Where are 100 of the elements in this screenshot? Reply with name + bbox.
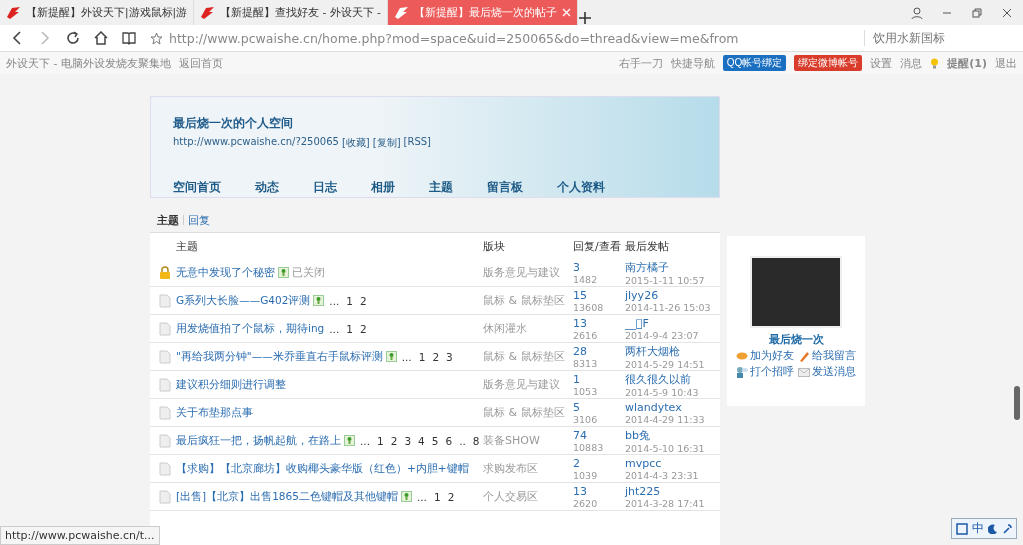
thread-title-link[interactable]: 建议积分细则进行调整 [176, 377, 286, 392]
home-link[interactable]: 返回首页 [178, 55, 223, 71]
last-poster-link[interactable]: __ﾟF [625, 316, 649, 330]
closed-label: 已关闭 [292, 265, 325, 280]
last-post-time: 2014-5-10 16:31 [625, 442, 705, 454]
forum-name: 休闲灌水 [483, 321, 527, 336]
view-count: 1053 [573, 385, 598, 397]
space-nav-link[interactable]: 相册 [371, 180, 395, 195]
username-link[interactable]: 右手一刀 [618, 55, 663, 71]
space-nav-link[interactable]: 动态 [255, 180, 279, 195]
space-nav-link[interactable]: 个人资料 [557, 180, 605, 195]
last-poster-link[interactable]: jht225 [625, 484, 661, 498]
profile-name-link[interactable]: 最后烧一次 [768, 332, 824, 347]
list-tab[interactable]: 回复 [188, 212, 210, 228]
column-header: 回复/查看 [573, 238, 621, 254]
page-link[interactable]: 1 [377, 434, 384, 447]
search-field[interactable]: 饮用水新国标 [864, 30, 1023, 46]
page-link[interactable]: 1 [418, 350, 426, 363]
thread-title-link[interactable]: 用发烧值拍了个鼠标，期待ing [176, 321, 325, 336]
last-poster-link[interactable]: 南方橘子 [625, 259, 669, 275]
space-nav-link[interactable]: 主题 [429, 180, 453, 195]
space-title: 最后烧一次的个人空间 [173, 115, 294, 132]
last-post-time: 2014-5-29 14:51 [625, 358, 705, 370]
last-poster-link[interactable]: mvpcc [625, 456, 662, 470]
page-link[interactable]: 1 [433, 490, 441, 503]
quick-nav-link[interactable]: 快捷导航 [670, 55, 715, 71]
reply-count: 15 [573, 288, 587, 302]
reply-count: 1 [573, 372, 580, 386]
page-link[interactable]: ... [416, 490, 427, 503]
page-link[interactable]: 3 [404, 434, 412, 447]
profile-action-link[interactable]: 加为好友 [736, 349, 794, 363]
reply-count: 5 [573, 400, 580, 414]
view-count: 10883 [573, 441, 604, 453]
space-link[interactable]: [复制] [372, 136, 401, 150]
page-link[interactable]: ... [329, 294, 340, 307]
view-count: 2620 [573, 497, 598, 509]
last-poster-link[interactable]: jlyy26 [625, 288, 659, 302]
logout-link[interactable]: 退出 [995, 55, 1017, 71]
last-poster-link[interactable]: bb兔 [625, 427, 650, 443]
weibo-bind-button[interactable]: 绑定微博帐号 [794, 55, 863, 71]
ime-toolbar[interactable]: 中 [951, 518, 1017, 539]
page-link[interactable]: 4 [418, 434, 425, 447]
profile-action-link[interactable]: 给我留言 [798, 349, 856, 363]
forum-name: 求购发布区 [483, 461, 538, 476]
tab-title: 【新提醒】查找好友 - 外设天下 - [220, 5, 381, 20]
last-post-time: 2014-3-28 17:41 [625, 497, 705, 509]
tab-title: 【新提醒】外设天下|游戏鼠标|游 [26, 5, 188, 20]
page-link[interactable]: 2 [360, 294, 367, 307]
reply-count: 3 [573, 260, 580, 274]
space-nav-link[interactable]: 日志 [313, 180, 337, 195]
thread-title-link[interactable]: "再给我两分钟"——米乔垂直右手鼠标评测 [176, 349, 383, 364]
space-link[interactable]: [RSS] [403, 136, 431, 150]
reply-count: 28 [573, 344, 587, 358]
last-post-time: 2014-11-26 15:03 [625, 301, 711, 313]
last-poster-link[interactable]: 很久很久以前 [625, 371, 691, 387]
view-count: 8313 [573, 357, 598, 369]
page-link[interactable]: 2 [432, 350, 440, 363]
thread-title-link[interactable]: 无意中发现了个秘密 [176, 265, 275, 280]
page-link[interactable]: 1 [346, 294, 354, 307]
last-poster-link[interactable]: wlandytex [625, 400, 682, 414]
nav-link[interactable]: 消息 [900, 55, 923, 71]
browser-tab[interactable]: 【新提醒】最后烧一次的帖子 [387, 0, 578, 25]
space-nav-link[interactable]: 空间首页 [173, 180, 221, 195]
view-count: 3106 [573, 413, 598, 425]
column-header: 最后发帖 [625, 238, 669, 254]
page-link[interactable]: ... [360, 434, 370, 447]
last-post-time: 2014-5-9 10:43 [625, 386, 699, 398]
profile-action-link[interactable]: 发送消息 [798, 365, 856, 379]
page-link[interactable]: 2 [359, 322, 367, 335]
page-link[interactable]: 2 [447, 490, 455, 503]
space-url: http://www.pcwaishe.cn/?250065 [173, 136, 339, 149]
thread-title-link[interactable]: G系列大长脸——G402评测 [176, 293, 311, 308]
last-poster-link[interactable]: 两杆大烟枪 [625, 343, 680, 359]
thread-title-link[interactable]: 关于布垫那点事 [176, 405, 253, 420]
nav-link[interactable]: 设置 [870, 55, 893, 71]
last-post-time: 2014-4-29 11:33 [625, 413, 705, 425]
thread-title-link[interactable]: 【求购】【北京廊坊】收购椰头豪华版（红色）+内胆+键帽 [176, 461, 469, 476]
list-tab[interactable]: 主题 [157, 212, 179, 228]
forum-name: 个人交易区 [483, 489, 538, 504]
space-nav-link[interactable]: 留言板 [487, 180, 523, 195]
qq-bind-button[interactable]: QQ帐号绑定 [722, 55, 787, 71]
column-header: 主题 [176, 238, 198, 254]
address-field[interactable]: http://www.pcwaishe.cn/home.php?mod=space&uid=250065&do=thread&view=me&from [150, 30, 850, 46]
remind-link[interactable]: 提醒(1) [947, 55, 987, 71]
page-link[interactable]: 5 [431, 434, 439, 447]
page-link[interactable]: 2 [390, 434, 398, 447]
page-link[interactable]: 1 [346, 322, 353, 335]
reply-count: 2 [573, 456, 580, 470]
reply-count: 13 [573, 316, 587, 330]
page-link[interactable]: ... [401, 350, 412, 363]
page-link[interactable]: ... [329, 322, 340, 335]
page-link[interactable]: 6 [445, 434, 453, 447]
page-link[interactable]: .. [459, 434, 466, 447]
thread-title-link[interactable]: [出售]【北京】出售1865二色键帽及其他键帽 [176, 489, 398, 504]
profile-action-link[interactable]: 打个招呼 [736, 365, 794, 379]
space-link[interactable]: [收藏] [341, 136, 370, 150]
page-link[interactable]: 3 [446, 350, 453, 363]
page-link[interactable]: 8 [472, 434, 480, 447]
thread-title-link[interactable]: 最后疯狂一把，扬帆起航，在路上 [176, 433, 341, 448]
tab-title: 【新提醒】最后烧一次的帖子 [413, 5, 557, 20]
